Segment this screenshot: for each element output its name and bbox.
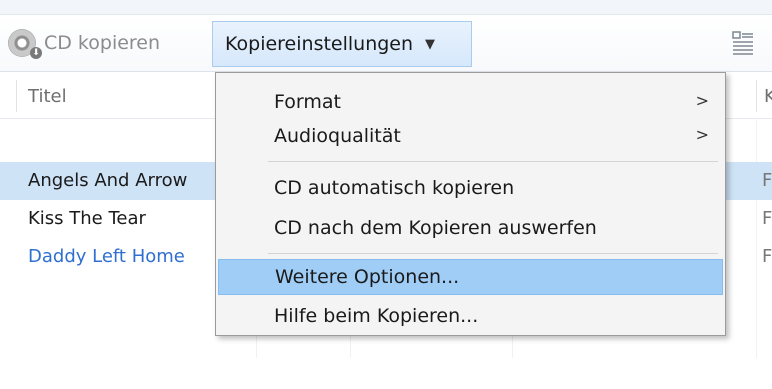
submenu-arrow-icon: >: [695, 91, 709, 110]
menu-item-format[interactable]: Format >: [218, 85, 723, 121]
list-view-icon: [732, 31, 753, 55]
submenu-arrow-icon: >: [695, 125, 709, 144]
rip-settings-button[interactable]: Kopiereinstellungen ▼: [212, 21, 472, 67]
column-divider: [756, 80, 757, 112]
menu-item-label: Audioqualität: [274, 125, 401, 147]
view-options-icon[interactable]: [732, 29, 754, 57]
toolbar: ⬇ CD kopieren Kopiereinstellungen ▼: [0, 15, 772, 72]
track-cell-k: F: [762, 246, 772, 267]
menu-separator: [268, 161, 718, 162]
window-top-strip: [0, 0, 772, 15]
column-divider: [16, 80, 17, 112]
cd-icon: ⬇: [8, 29, 42, 59]
track-title: Angels And Arrow: [28, 170, 188, 191]
rip-cd-button[interactable]: ⬇ CD kopieren: [8, 27, 160, 59]
menu-item-label: Format: [274, 91, 341, 113]
track-cell-k: F: [762, 208, 772, 229]
menu-item-eject-after-rip[interactable]: CD nach dem Kopieren auswerfen: [218, 211, 723, 247]
chevron-down-icon: ▼: [425, 36, 436, 52]
menu-item-more-options[interactable]: Weitere Optionen...: [218, 259, 723, 295]
menu-item-help-ripping[interactable]: Hilfe beim Kopieren...: [218, 299, 723, 335]
menu-item-auto-rip[interactable]: CD automatisch kopieren: [218, 171, 723, 207]
menu-item-label: Weitere Optionen...: [275, 266, 460, 288]
menu-item-label: CD automatisch kopieren: [274, 177, 515, 199]
track-title: Kiss The Tear: [28, 208, 146, 229]
menu-separator: [268, 253, 718, 254]
menu-item-label: CD nach dem Kopieren auswerfen: [274, 217, 597, 239]
rip-settings-menu: Format > Audioqualität > CD automatisch …: [215, 72, 726, 336]
rip-settings-label: Kopiereinstellungen: [225, 33, 414, 55]
rip-cd-label: CD kopieren: [44, 32, 161, 54]
column-header-title[interactable]: Titel: [28, 86, 67, 107]
track-cell-k: F: [762, 170, 772, 191]
column-header-k[interactable]: K: [764, 86, 772, 107]
download-arrow-icon: ⬇: [30, 47, 42, 59]
menu-item-label: Hilfe beim Kopieren...: [274, 305, 479, 327]
menu-item-audio-quality[interactable]: Audioqualität >: [218, 119, 723, 155]
track-title: Daddy Left Home: [28, 246, 185, 267]
